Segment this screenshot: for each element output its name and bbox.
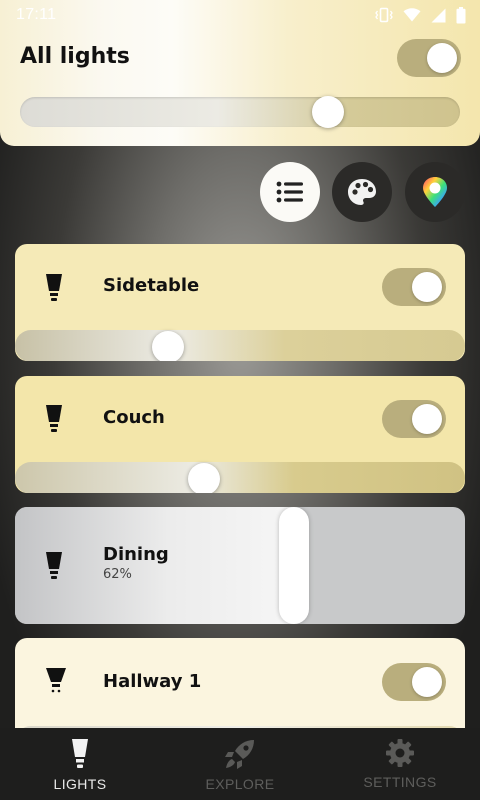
nav-explore[interactable]: EXPLORE xyxy=(160,728,320,800)
light-brightness-slider[interactable] xyxy=(15,462,465,493)
nav-settings[interactable]: SETTINGS xyxy=(320,728,480,800)
color-drop-icon xyxy=(423,177,447,207)
bulb-icon xyxy=(46,668,66,693)
toggle-knob xyxy=(427,43,457,73)
dining-brightness-handle[interactable] xyxy=(279,507,309,624)
nav-label: LIGHTS xyxy=(53,776,107,792)
light-toggle[interactable] xyxy=(382,268,446,306)
light-card-sidetable[interactable]: Sidetable xyxy=(15,244,465,361)
light-toggle[interactable] xyxy=(382,400,446,438)
nav-lights[interactable]: LIGHTS xyxy=(0,728,160,800)
toggle-knob xyxy=(412,667,442,697)
list-view-button[interactable] xyxy=(260,162,320,222)
rocket-icon xyxy=(225,740,254,769)
all-lights-title: All lights xyxy=(20,44,130,69)
bulb-icon xyxy=(72,739,88,768)
bulb-icon xyxy=(46,405,62,432)
nav-label: EXPLORE xyxy=(205,776,275,792)
vibrate-icon xyxy=(375,7,393,23)
light-brightness-slider[interactable] xyxy=(15,330,465,361)
light-card-couch[interactable]: Couch xyxy=(15,376,465,493)
light-toggle[interactable] xyxy=(382,663,446,701)
list-icon xyxy=(276,181,303,203)
light-name: Hallway 1 xyxy=(103,671,202,692)
bottom-navigation: LIGHTS EXPLORE SETTINGS xyxy=(0,728,480,800)
all-lights-brightness-slider[interactable] xyxy=(20,97,460,127)
light-name: Sidetable xyxy=(103,275,200,296)
light-brightness-thumb[interactable] xyxy=(188,463,220,493)
color-picker-button[interactable] xyxy=(405,162,465,222)
battery-icon xyxy=(456,6,466,23)
status-time: 17:11 xyxy=(16,6,57,23)
gear-icon xyxy=(386,739,414,767)
all-lights-toggle[interactable] xyxy=(397,39,461,77)
status-icons xyxy=(375,6,466,24)
light-name: Couch xyxy=(103,407,165,428)
light-brightness-percent: 62% xyxy=(103,567,132,582)
scenes-button[interactable] xyxy=(332,162,392,222)
bulb-icon xyxy=(46,274,62,301)
palette-icon xyxy=(348,179,376,205)
nav-label: SETTINGS xyxy=(363,774,437,790)
status-bar: 17:11 xyxy=(0,0,480,30)
toggle-knob xyxy=(412,272,442,302)
signal-icon xyxy=(431,8,446,22)
bulb-icon xyxy=(46,552,62,579)
toggle-knob xyxy=(412,404,442,434)
light-name: Dining xyxy=(103,544,169,565)
light-brightness-thumb[interactable] xyxy=(152,331,184,361)
all-lights-brightness-thumb[interactable] xyxy=(312,96,344,128)
wifi-icon xyxy=(403,8,421,22)
light-card-dining[interactable]: Dining 62% xyxy=(15,507,465,624)
